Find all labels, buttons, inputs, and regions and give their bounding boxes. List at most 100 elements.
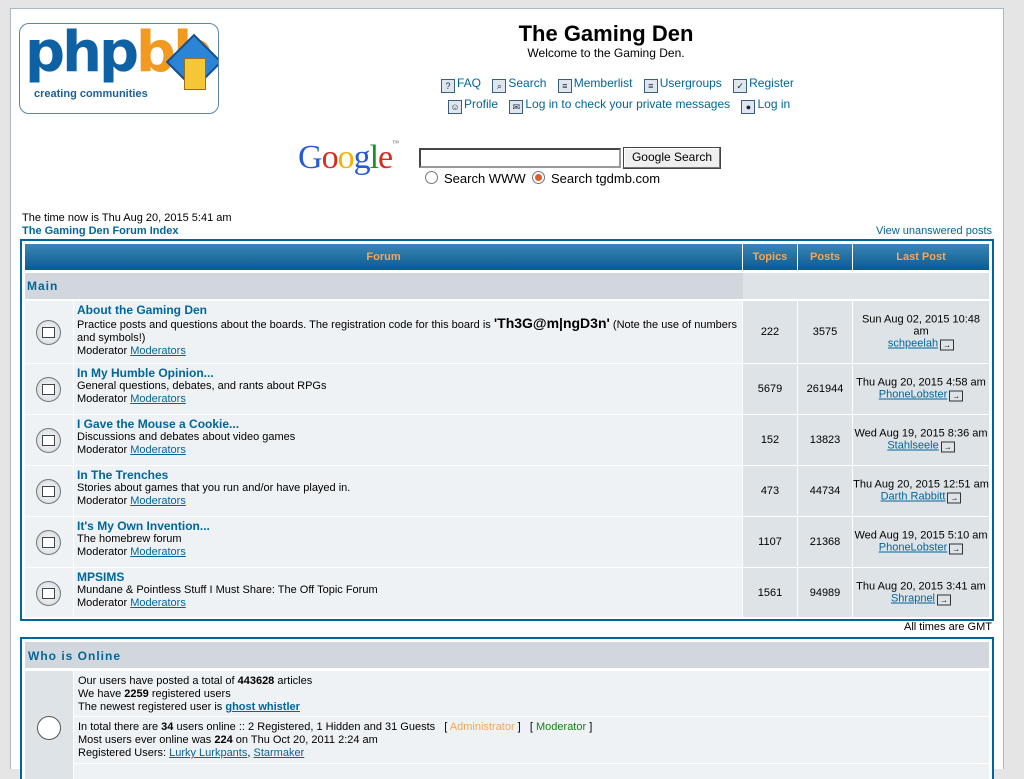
text: users online :: 2 Registered, 1 Hidden a… — [173, 721, 448, 733]
online-user-link[interactable]: Starmaker — [253, 747, 304, 759]
forum-row: In The Trenches Stories about games that… — [25, 466, 989, 516]
forum-name-link[interactable]: In My Humble Opinion... — [77, 366, 739, 380]
nav-profile[interactable]: ☺ Profile — [448, 97, 498, 114]
forum-name-link[interactable]: It's My Own Invention... — [77, 519, 739, 533]
go-to-post-icon[interactable]: → — [949, 390, 964, 402]
go-to-post-icon[interactable]: → — [940, 339, 955, 351]
moderators-link[interactable]: Moderators — [130, 546, 186, 558]
radio-www-label: Search WWW — [444, 171, 526, 186]
radio-search-site[interactable]: Search tgdmb.com — [532, 171, 660, 186]
radio-search-www[interactable]: Search WWW — [425, 171, 526, 186]
folder-icon — [36, 428, 61, 453]
moderators-link[interactable]: Moderators — [130, 597, 186, 609]
online-stats: Our users have posted a total of 443628 … — [74, 671, 989, 779]
nav-usergroups-label: Usergroups — [659, 76, 722, 90]
google-search-input[interactable] — [419, 148, 621, 168]
last-post-info: Thu Aug 20, 2015 4:58 am PhoneLobster → — [853, 377, 989, 402]
forum-info-cell: I Gave the Mouse a Cookie... Discussions… — [74, 415, 742, 465]
moderators-link[interactable]: Moderators — [130, 345, 186, 357]
moderator-line: Moderator Moderators — [77, 495, 739, 508]
post-count: 13823 — [809, 434, 841, 446]
go-to-post-icon[interactable]: → — [947, 492, 962, 504]
forum-row: It's My Own Invention... The homebrew fo… — [25, 517, 989, 567]
forum-row: About the Gaming Den Practice posts and … — [25, 301, 989, 363]
text: Registered Users: — [78, 747, 170, 759]
nav-faq[interactable]: ? FAQ — [441, 76, 481, 93]
last-post-user[interactable]: Darth Rabbitt — [881, 491, 946, 503]
forum-name-link[interactable]: In The Trenches — [77, 468, 739, 482]
category-title[interactable]: Main — [27, 279, 58, 293]
moderators-link[interactable]: Moderators — [130, 393, 186, 405]
forum-name-link[interactable]: About the Gaming Den — [77, 303, 739, 317]
users-online-count: 34 — [161, 721, 174, 733]
nav-login-label: Log in — [757, 97, 791, 111]
last-post-user[interactable]: Shrapnel — [891, 592, 935, 604]
forum-name-link[interactable]: MPSIMS — [77, 570, 739, 584]
site-description: Welcome to the Gaming Den. — [527, 46, 685, 60]
go-to-post-icon[interactable]: → — [940, 441, 955, 453]
divider — [74, 716, 989, 717]
forum-description: Stories about games that you run and/or … — [77, 482, 351, 494]
registered-count: 2259 — [124, 688, 149, 700]
most-online-count: 224 — [214, 734, 233, 746]
posts-cell: 94989 — [798, 568, 852, 617]
go-to-post-icon[interactable]: → — [949, 543, 964, 555]
logo-tagline: creating communities — [34, 88, 148, 100]
moderator-line: Moderator Moderators — [77, 597, 739, 610]
usergroups-icon: ≡ — [643, 79, 658, 93]
newest-user-link[interactable]: ghost whistler — [225, 701, 300, 713]
last-post-info: Wed Aug 19, 2015 5:10 am PhoneLobster → — [853, 530, 989, 555]
forum-name-link[interactable]: I Gave the Mouse a Cookie... — [77, 417, 739, 431]
radio-site-dot[interactable] — [532, 171, 545, 184]
folder-icon — [36, 530, 61, 555]
who-is-online-title[interactable]: Who is Online — [28, 649, 121, 663]
post-count: 44734 — [809, 485, 841, 497]
forum-row: In My Humble Opinion... General question… — [25, 364, 989, 414]
last-post-user[interactable]: PhoneLobster — [879, 389, 948, 401]
go-to-post-icon[interactable]: → — [937, 594, 952, 605]
post-count: 21368 — [809, 536, 841, 548]
phpbb-logo[interactable]: phpbb creating communities — [19, 23, 219, 114]
view-unanswered-link[interactable]: View unanswered posts — [876, 225, 992, 237]
nav-login[interactable]: ● Log in — [741, 97, 790, 114]
text: ] [ — [517, 721, 533, 733]
logo-bar-icon — [184, 58, 206, 90]
profile-icon: ☺ — [448, 100, 462, 114]
search-icon: ⌕ — [492, 79, 507, 93]
total-posts-count: 443628 — [237, 675, 275, 687]
last-post-user[interactable]: Stahlseele — [887, 440, 938, 452]
post-count: 3575 — [812, 326, 838, 338]
breadcrumb-forum-index[interactable]: The Gaming Den Forum Index — [22, 225, 178, 237]
forum-description: The homebrew forum — [77, 533, 182, 545]
forum-table: Forum Topics Posts Last Post Main About … — [20, 239, 994, 621]
nav-memberlist[interactable]: ≡ Memberlist — [557, 76, 632, 93]
last-post-info: Wed Aug 19, 2015 8:36 am Stahlseele → — [853, 428, 989, 453]
topic-count: 1107 — [758, 536, 782, 548]
topics-cell: 152 — [743, 415, 797, 465]
folder-icon — [36, 377, 61, 402]
text: articles — [274, 675, 313, 687]
online-user-link[interactable]: Lurky Lurkpants — [169, 747, 247, 759]
forum-status-cell — [25, 415, 73, 465]
last-post-user[interactable]: schpeelah — [888, 338, 938, 350]
radio-www-dot[interactable] — [425, 171, 438, 184]
moderator-label: Moderator — [77, 495, 128, 507]
nav-usergroups[interactable]: ≡ Usergroups — [643, 76, 722, 93]
last-post-user[interactable]: PhoneLobster — [879, 542, 948, 554]
header-posts: Posts — [798, 244, 852, 270]
header-last-post: Last Post — [853, 244, 989, 270]
text: Most users ever online was — [78, 734, 215, 746]
moderator-label: Moderator — [77, 546, 128, 558]
forum-status-cell — [25, 568, 73, 617]
last-post-cell: Wed Aug 19, 2015 8:36 am Stahlseele → — [853, 415, 989, 465]
nav-search[interactable]: ⌕ Search — [492, 76, 546, 93]
forum-info-cell: In My Humble Opinion... General question… — [74, 364, 742, 414]
moderators-link[interactable]: Moderators — [130, 495, 186, 507]
nav-register[interactable]: ✓ Register — [733, 76, 794, 93]
last-post-cell: Thu Aug 20, 2015 4:58 am PhoneLobster → — [853, 364, 989, 414]
moderators-link[interactable]: Moderators — [130, 444, 186, 456]
last-post-info: Thu Aug 20, 2015 3:41 am Shrapnel → — [853, 580, 989, 605]
google-search-button[interactable]: Google Search — [623, 147, 721, 169]
registered-online-line: Registered Users: Lurky Lurkpants, Starm… — [78, 747, 305, 759]
nav-private-messages[interactable]: ✉ Log in to check your private messages — [509, 97, 730, 114]
